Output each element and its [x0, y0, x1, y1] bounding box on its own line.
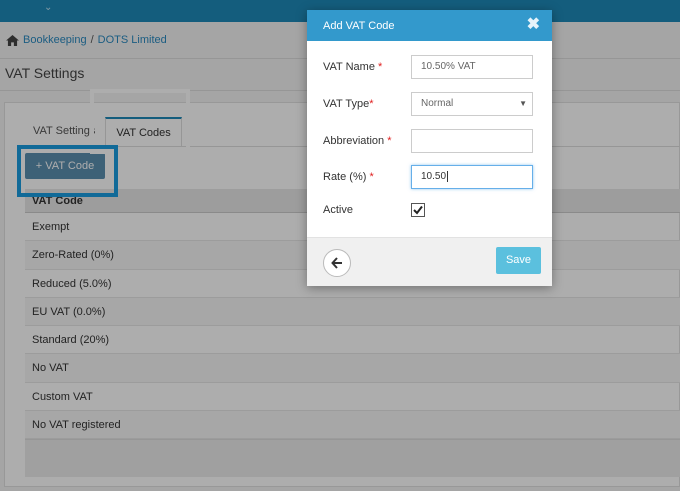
arrow-left-icon [331, 257, 342, 269]
vat-type-select[interactable]: Normal ▼ [411, 92, 533, 116]
abbreviation-label: Abbreviation [323, 135, 385, 147]
required-mark: * [378, 61, 383, 73]
dialog-footer: Save [307, 237, 552, 286]
rate-field: Rate (%) * 10.50 [323, 165, 533, 189]
checkmark-icon [413, 205, 423, 215]
text-caret [447, 170, 449, 182]
required-mark: * [369, 98, 374, 110]
save-button[interactable]: Save [496, 247, 541, 274]
rate-label: Rate (%) [323, 171, 367, 183]
close-icon[interactable]: ✖ [527, 14, 540, 36]
vat-type-label: VAT Type [323, 98, 370, 110]
vat-type-field: VAT Type* Normal ▼ [323, 92, 533, 116]
dropdown-arrow-icon: ▼ [519, 99, 527, 108]
dialog-header: Add VAT Code ✖ [307, 10, 552, 41]
active-label: Active [323, 204, 353, 216]
abbreviation-input[interactable] [411, 129, 533, 153]
active-field: Active [323, 203, 425, 217]
rate-input[interactable]: 10.50 [411, 165, 533, 189]
back-button[interactable] [323, 249, 351, 277]
rate-value: 10.50 [421, 171, 447, 182]
vat-name-input[interactable]: 10.50% VAT [411, 55, 533, 79]
vat-name-field: VAT Name * 10.50% VAT [323, 55, 533, 79]
active-checkbox[interactable] [411, 203, 425, 217]
required-mark: * [369, 171, 374, 183]
dialog-title: Add VAT Code [323, 20, 395, 32]
abbreviation-field: Abbreviation * [323, 129, 533, 153]
vat-name-label: VAT Name [323, 61, 375, 73]
vat-type-value: Normal [421, 98, 454, 109]
add-vat-code-dialog: Add VAT Code ✖ VAT Name * 10.50% VAT VAT… [307, 10, 552, 286]
required-mark: * [387, 135, 392, 147]
